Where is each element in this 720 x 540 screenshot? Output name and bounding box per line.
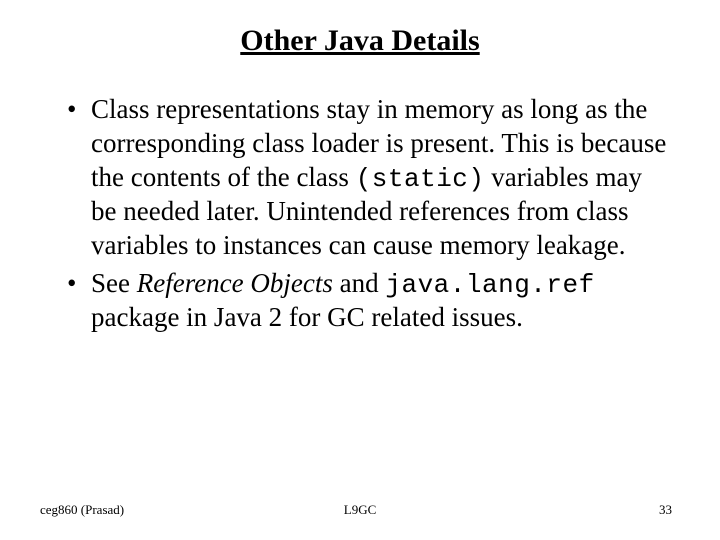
code-text: (static) [356, 164, 485, 194]
bullet-text: package in Java 2 for GC related issues. [91, 302, 523, 332]
bullet-item: See Reference Objects and java.lang.ref … [67, 267, 667, 335]
code-text: java.lang.ref [385, 270, 594, 300]
bullet-text: See [91, 268, 137, 298]
slide: Other Java Details Class representations… [0, 0, 720, 540]
bullet-item: Class representations stay in memory as … [67, 93, 667, 263]
footer-center: L9GC [344, 502, 377, 518]
footer-right: 33 [659, 502, 672, 518]
footer-left: ceg860 (Prasad) [40, 502, 124, 518]
slide-footer: ceg860 (Prasad) L9GC 33 [0, 502, 720, 518]
italic-text: Reference Objects [137, 268, 333, 298]
bullet-list: Class representations stay in memory as … [47, 93, 667, 335]
slide-body: Class representations stay in memory as … [30, 92, 690, 340]
bullet-text: and [333, 268, 385, 298]
slide-title: Other Java Details [30, 24, 690, 58]
